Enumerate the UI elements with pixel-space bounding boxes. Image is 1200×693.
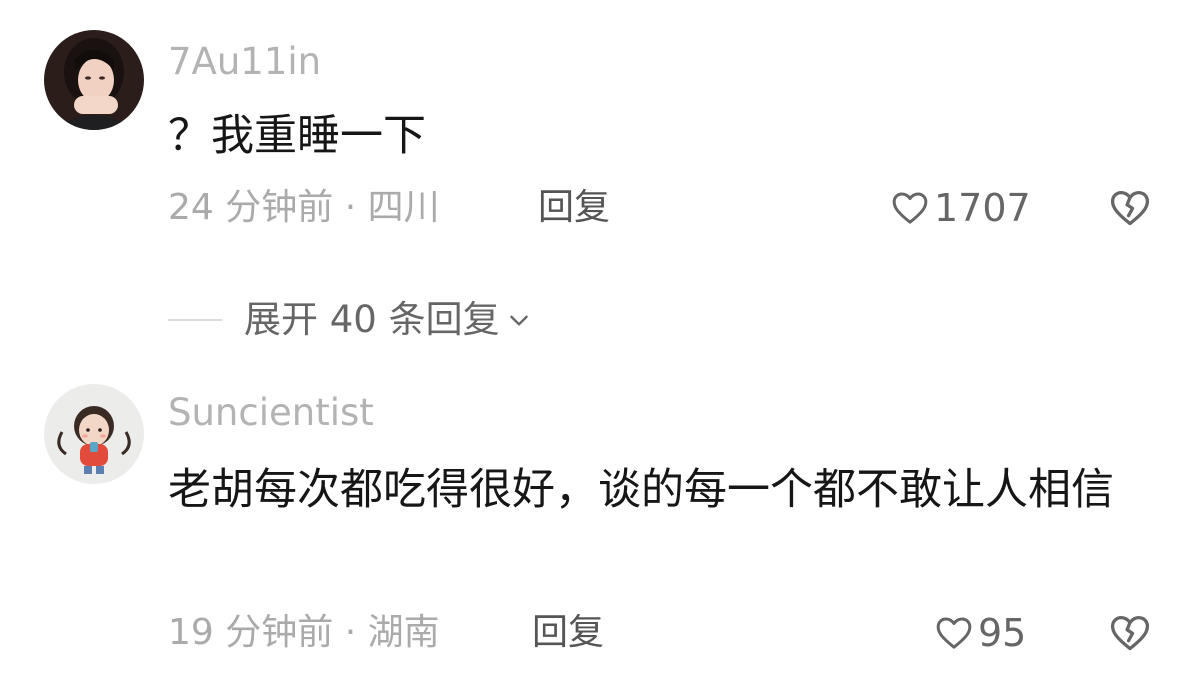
avatar-illustration [44,384,144,484]
reply-button[interactable]: 回复 [532,611,604,655]
expand-replies[interactable]: 展开 40 条回复 [168,296,532,344]
avatar[interactable] [44,384,144,484]
comment-meta: 19 分钟前 · 湖南 [168,612,440,653]
dislike-button[interactable] [1108,186,1152,230]
like-count: 95 [978,611,1027,655]
reply-button[interactable]: 回复 [538,186,610,230]
comment-meta: 24 分钟前 · 四川 [168,187,440,228]
like-count: 1707 [934,186,1031,230]
avatar-photo [44,30,144,130]
avatar[interactable] [44,30,144,130]
comment-text: ？我重睡一下 [168,111,426,161]
comment-username[interactable]: Suncientist [168,391,374,435]
chevron-down-icon [509,315,528,326]
expand-divider [168,319,222,321]
like-button[interactable]: 1707 [890,186,1031,230]
broken-heart-icon [1110,615,1150,651]
comment-text: 老胡每次都吃得很好，谈的每一个都不敢让人相信 [168,465,1114,515]
dislike-button[interactable] [1108,611,1152,655]
heart-outline-icon [936,617,972,649]
like-button[interactable]: 95 [934,611,1026,655]
heart-outline-icon [892,192,928,224]
comment-username[interactable]: 7Au11in [168,40,321,84]
expand-replies-label: 展开 40 条回复 [244,298,500,341]
broken-heart-icon [1110,190,1150,226]
